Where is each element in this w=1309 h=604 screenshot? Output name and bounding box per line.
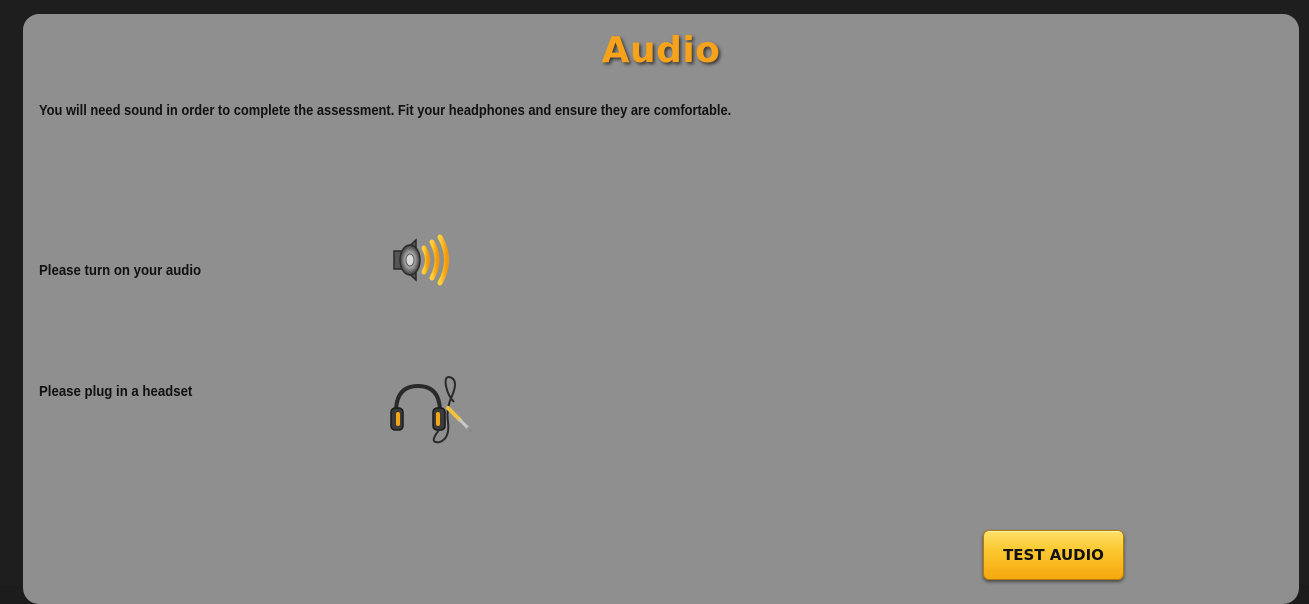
headset-icon	[390, 376, 473, 444]
audio-instruction: Please turn on your audio	[39, 262, 202, 279]
test-audio-button[interactable]: TEST AUDIO	[983, 530, 1124, 580]
intro-text: You will need sound in order to complete…	[39, 102, 732, 119]
page-title: Audio	[601, 30, 721, 71]
speaker-icon	[393, 234, 449, 286]
headset-instruction: Please plug in a headset	[39, 383, 193, 400]
app-frame: Audio You will need sound in order to co…	[0, 0, 1309, 604]
